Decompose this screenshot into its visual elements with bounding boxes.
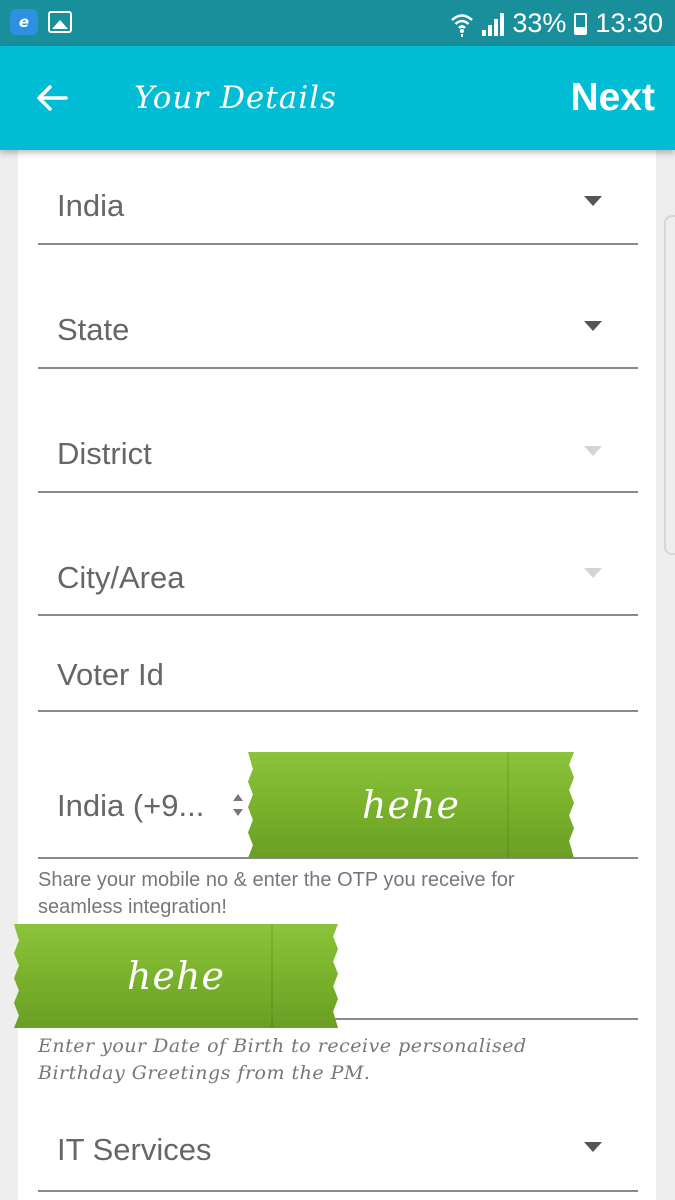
voter-id-placeholder: Voter Id: [57, 657, 164, 692]
arrow-left-icon: [37, 85, 68, 111]
state-select[interactable]: State: [38, 285, 638, 369]
status-bar: e 33% 13:30: [0, 0, 675, 46]
state-value: State: [57, 312, 130, 347]
next-button[interactable]: Next: [570, 76, 655, 120]
back-button[interactable]: [30, 76, 74, 120]
spinner-arrows-icon[interactable]: [232, 794, 244, 816]
phone-helper-text: Share your mobile no & enter the OTP you…: [38, 869, 515, 918]
clock: 13:30: [595, 8, 663, 38]
voter-id-input[interactable]: Voter Id: [38, 640, 638, 712]
battery-percent: 33%: [512, 8, 567, 38]
signal-icon: [482, 12, 505, 36]
dob-helper-text: Enter your Date of Birth to receive pers…: [38, 1035, 527, 1084]
notification-app-icon: e: [10, 9, 38, 35]
phone-country-code[interactable]: India (+9...: [57, 788, 204, 824]
chevron-down-icon: [584, 568, 602, 578]
city-select[interactable]: City/Area: [38, 534, 638, 616]
battery-charging-icon: [574, 12, 588, 35]
scroll-indicator: [664, 215, 675, 555]
profession-value: IT Services: [57, 1132, 212, 1167]
page-title: Your Details: [134, 80, 337, 116]
chevron-down-icon: [584, 321, 602, 331]
gallery-notification-icon: [48, 11, 72, 33]
app-bar: Your Details Next: [0, 46, 675, 150]
chevron-down-icon: [584, 196, 602, 206]
sticker-overlay: hehe: [14, 924, 338, 1028]
chevron-down-icon: [584, 446, 602, 456]
chevron-down-icon: [584, 1142, 602, 1152]
country-value: India: [57, 188, 125, 223]
district-select[interactable]: District: [38, 410, 638, 493]
wifi-icon: [451, 13, 474, 37]
city-value: City/Area: [57, 560, 185, 595]
sticker-overlay: hehe: [248, 752, 574, 858]
profession-select[interactable]: IT Services: [38, 1108, 638, 1192]
district-value: District: [57, 436, 152, 471]
country-select[interactable]: India: [38, 160, 638, 245]
